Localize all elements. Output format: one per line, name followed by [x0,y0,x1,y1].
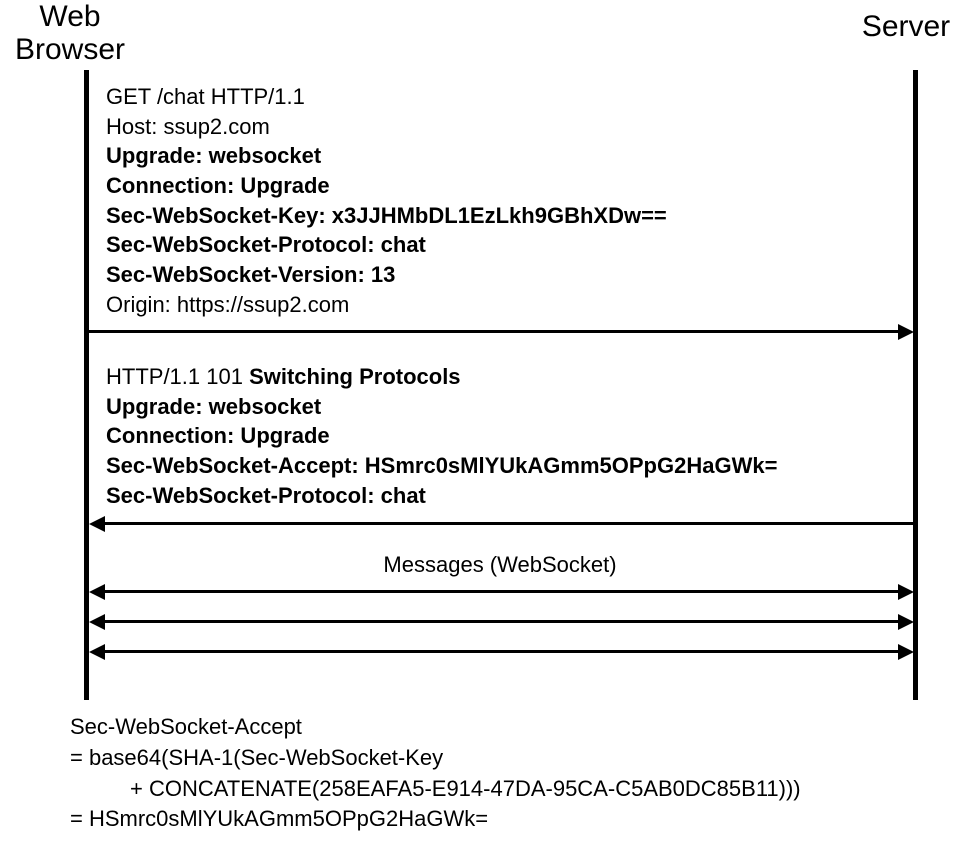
websocket-messages-label: Messages (WebSocket) [200,552,800,578]
accept-calc-block: Sec-WebSocket-Accept = base64(SHA-1(Sec-… [70,712,930,835]
req-l1: GET /chat HTTP/1.1 [106,84,305,109]
actor-client-label: Web Browser [0,0,140,66]
resp-l1-pre: HTTP/1.1 101 [106,364,249,389]
resp-l1-bold: Switching Protocols [249,364,460,389]
resp-l5: Sec-WebSocket-Protocol: chat [106,483,426,508]
client-lifeline [84,70,89,700]
ws-label-text: Messages (WebSocket) [383,552,616,577]
calc-l3: + CONCATENATE(258EAFA5-E914-47DA-95CA-C5… [70,774,930,805]
resp-l3: Connection: Upgrade [106,423,330,448]
resp-l2: Upgrade: websocket [106,394,321,419]
http-request-block: GET /chat HTTP/1.1 Host: ssup2.com Upgra… [106,82,906,320]
calc-l2: = base64(SHA-1(Sec-WebSocket-Key [70,743,930,774]
calc-l1: Sec-WebSocket-Accept [70,712,930,743]
req-l3: Upgrade: websocket [106,143,321,168]
server-lifeline [913,70,918,700]
http-response-block: HTTP/1.1 101 Switching Protocols Upgrade… [106,362,906,510]
req-l6: Sec-WebSocket-Protocol: chat [106,232,426,257]
actor-client-text: Web Browser [15,0,125,66]
req-l5: Sec-WebSocket-Key: x3JJHMbDL1EzLkh9GBhXD… [106,203,667,228]
actor-server-label: Server [846,10,966,43]
req-l8: Origin: https://ssup2.com [106,292,349,317]
resp-l4: Sec-WebSocket-Accept: HSmrc0sMlYUkAGmm5O… [106,453,777,478]
sequence-diagram: Web Browser Server GET /chat HTTP/1.1 Ho… [0,0,966,847]
req-l7: Sec-WebSocket-Version: 13 [106,262,395,287]
req-l2: Host: ssup2.com [106,114,270,139]
actor-server-text: Server [862,10,950,43]
calc-l4: = HSmrc0sMlYUkAGmm5OPpG2HaGWk= [70,804,930,835]
req-l4: Connection: Upgrade [106,173,330,198]
